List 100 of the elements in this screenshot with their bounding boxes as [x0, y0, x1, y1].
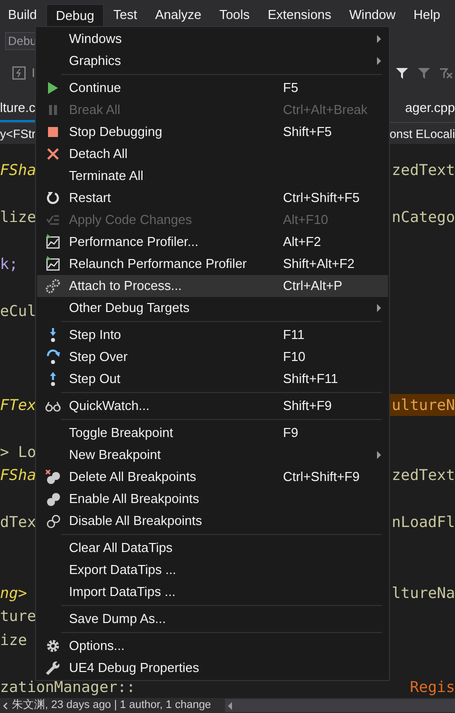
menu-item-label: Save Dump As...	[69, 610, 167, 628]
shortcut-text: Alt+F2	[283, 233, 322, 252]
menu-item[interactable]: Export DataTips ...	[37, 559, 388, 581]
navigation-dropdown[interactable]: y<FStr	[0, 124, 36, 142]
menu-item-label: Relaunch Performance Profiler	[69, 255, 248, 274]
menu-item-label: Stop Debugging	[69, 123, 164, 142]
menu-item[interactable]: Restart Ctrl+Shift+F5	[37, 187, 388, 209]
menu-item-label: Disable All Breakpoints	[69, 512, 203, 530]
menu-item-label: Import DataTips ...	[69, 583, 176, 602]
gears-icon	[45, 278, 61, 294]
shortcut-text: F9	[283, 424, 300, 442]
horizontal-scrollbar[interactable]	[225, 699, 455, 712]
menu-item-label: Break All	[69, 101, 122, 120]
shortcut-text: Ctrl+Alt+P	[283, 277, 344, 296]
shortcut-text: Alt+F10	[283, 211, 330, 230]
close-icon	[45, 146, 61, 162]
toolbar-icon[interactable]	[12, 66, 26, 80]
menu-bar-item[interactable]: Window	[340, 4, 405, 26]
code-text: k;	[0, 254, 18, 274]
submenu-arrow-icon	[377, 304, 381, 312]
shortcut-text: F11	[283, 326, 306, 344]
menu-item[interactable]: Enable All Breakpoints	[37, 488, 388, 510]
chart-icon	[45, 256, 61, 272]
menu-item-label: New Breakpoint	[69, 446, 162, 464]
code-text: ultureN	[392, 396, 455, 414]
code-text: ltureNa	[390, 582, 455, 604]
navigation-dropdown[interactable]: onst ELocali	[390, 124, 455, 142]
menu-item-label: Step Over	[69, 348, 129, 366]
menu-item-label: Restart	[69, 189, 112, 208]
menu-item[interactable]: Toggle Breakpoint F9	[37, 422, 388, 444]
chevron-left-icon[interactable]	[3, 702, 8, 710]
menu-item[interactable]: Stop Debugging Shift+F5	[37, 121, 388, 143]
menu-item-label: Attach to Process...	[69, 277, 183, 296]
submenu-arrow-icon	[377, 451, 381, 459]
menu-bar-item[interactable]: Debug	[46, 4, 104, 26]
menu-item[interactable]: Graphics	[37, 50, 388, 72]
menu-item[interactable]: Step Into F11	[37, 324, 388, 346]
code-text: lize	[0, 206, 36, 228]
menu-bar-item[interactable]: Help	[404, 4, 450, 26]
menu-item[interactable]: Import DataTips ...	[37, 581, 388, 603]
menu-bar-item[interactable]: Extensions	[258, 4, 340, 26]
menu-item-label: UE4 Debug Properties	[69, 659, 200, 678]
menu-item[interactable]: Options...	[37, 635, 388, 657]
menu-item-label: Continue	[69, 79, 122, 98]
shortcut-text: Shift+F9	[283, 397, 333, 416]
menu-item[interactable]: Step Over F10	[37, 346, 388, 368]
menu-item[interactable]: Relaunch Performance Profiler Shift+Alt+F2	[37, 253, 388, 275]
menu-item-label: Detach All	[69, 145, 129, 164]
menu-item[interactable]: Save Dump As...	[37, 608, 388, 630]
menu-bar-item[interactable]: Analyze	[146, 4, 210, 26]
code-text: dTex	[0, 512, 36, 533]
menu-item[interactable]: QuickWatch... Shift+F9	[37, 395, 388, 417]
menu-item[interactable]: Other Debug Targets	[37, 297, 388, 319]
menu-item-label: Export DataTips ...	[69, 561, 178, 580]
shortcut-text: Ctrl+Shift+F5	[283, 189, 361, 208]
settings-icon	[45, 638, 61, 654]
menu-bar-item[interactable]: Build	[0, 4, 46, 26]
menu-bar-item[interactable]: Tools	[210, 4, 259, 26]
file-tab[interactable]: ager.cpp	[405, 98, 455, 122]
separator-text: |	[113, 698, 118, 713]
menu-item[interactable]: UE4 Debug Properties	[37, 657, 388, 679]
menu-item-label: Delete All Breakpoints	[69, 468, 198, 486]
menu-item[interactable]: Performance Profiler... Alt+F2	[37, 231, 388, 253]
code-text: FSha	[0, 160, 36, 180]
filter-icon[interactable]	[395, 66, 409, 80]
chart-icon	[45, 234, 61, 250]
menu-item[interactable]: New Breakpoint	[37, 444, 388, 466]
code-text: eCul	[0, 300, 36, 322]
breakpoints-outline-icon	[45, 513, 61, 529]
menu-item-label: Other Debug Targets	[69, 299, 190, 318]
change-info[interactable]: 1 author, 1 change	[120, 697, 212, 713]
menu-item[interactable]: Disable All Breakpoints	[37, 510, 388, 532]
scroll-left-icon[interactable]	[228, 702, 234, 710]
code-text: ize	[0, 630, 28, 650]
menu-item[interactable]: Detach All	[37, 143, 388, 165]
code-text: zedText	[390, 465, 455, 486]
shortcut-text: Ctrl+Shift+F9	[283, 468, 361, 486]
menu-item-label: Performance Profiler...	[69, 233, 200, 252]
wrench-icon	[45, 660, 61, 676]
menu-item-label: Apply Code Changes	[69, 211, 193, 230]
menu-item[interactable]: Clear All DataTips	[37, 537, 388, 559]
menu-bar-item[interactable]: Test	[104, 4, 146, 26]
shortcut-text: F10	[283, 348, 306, 366]
code-text: FSha	[0, 465, 36, 486]
menu-item-label: Terminate All	[69, 167, 144, 186]
menu-item-label: Enable All Breakpoints	[69, 490, 200, 508]
code-text: zationManager::	[0, 676, 136, 698]
menu-item-label: Step Into	[69, 326, 122, 344]
menu-item-label: QuickWatch...	[69, 397, 150, 416]
menu-item[interactable]: Attach to Process... Ctrl+Alt+P	[37, 275, 388, 297]
author-info[interactable]: 朱文渊, 23 days ago	[12, 697, 112, 713]
submenu-arrow-icon	[377, 35, 381, 43]
menu-item[interactable]: Continue F5	[37, 77, 388, 99]
menu-item[interactable]: Terminate All	[37, 165, 388, 187]
shortcut-text: Shift+Alt+F2	[283, 255, 356, 274]
menu-item-label: Step Out	[69, 370, 122, 388]
clear-filter-icon[interactable]	[439, 66, 453, 80]
menu-item[interactable]: Step Out Shift+F11	[37, 368, 388, 390]
menu-item[interactable]: Delete All Breakpoints Ctrl+Shift+F9	[37, 466, 388, 488]
restart-icon	[45, 190, 61, 206]
